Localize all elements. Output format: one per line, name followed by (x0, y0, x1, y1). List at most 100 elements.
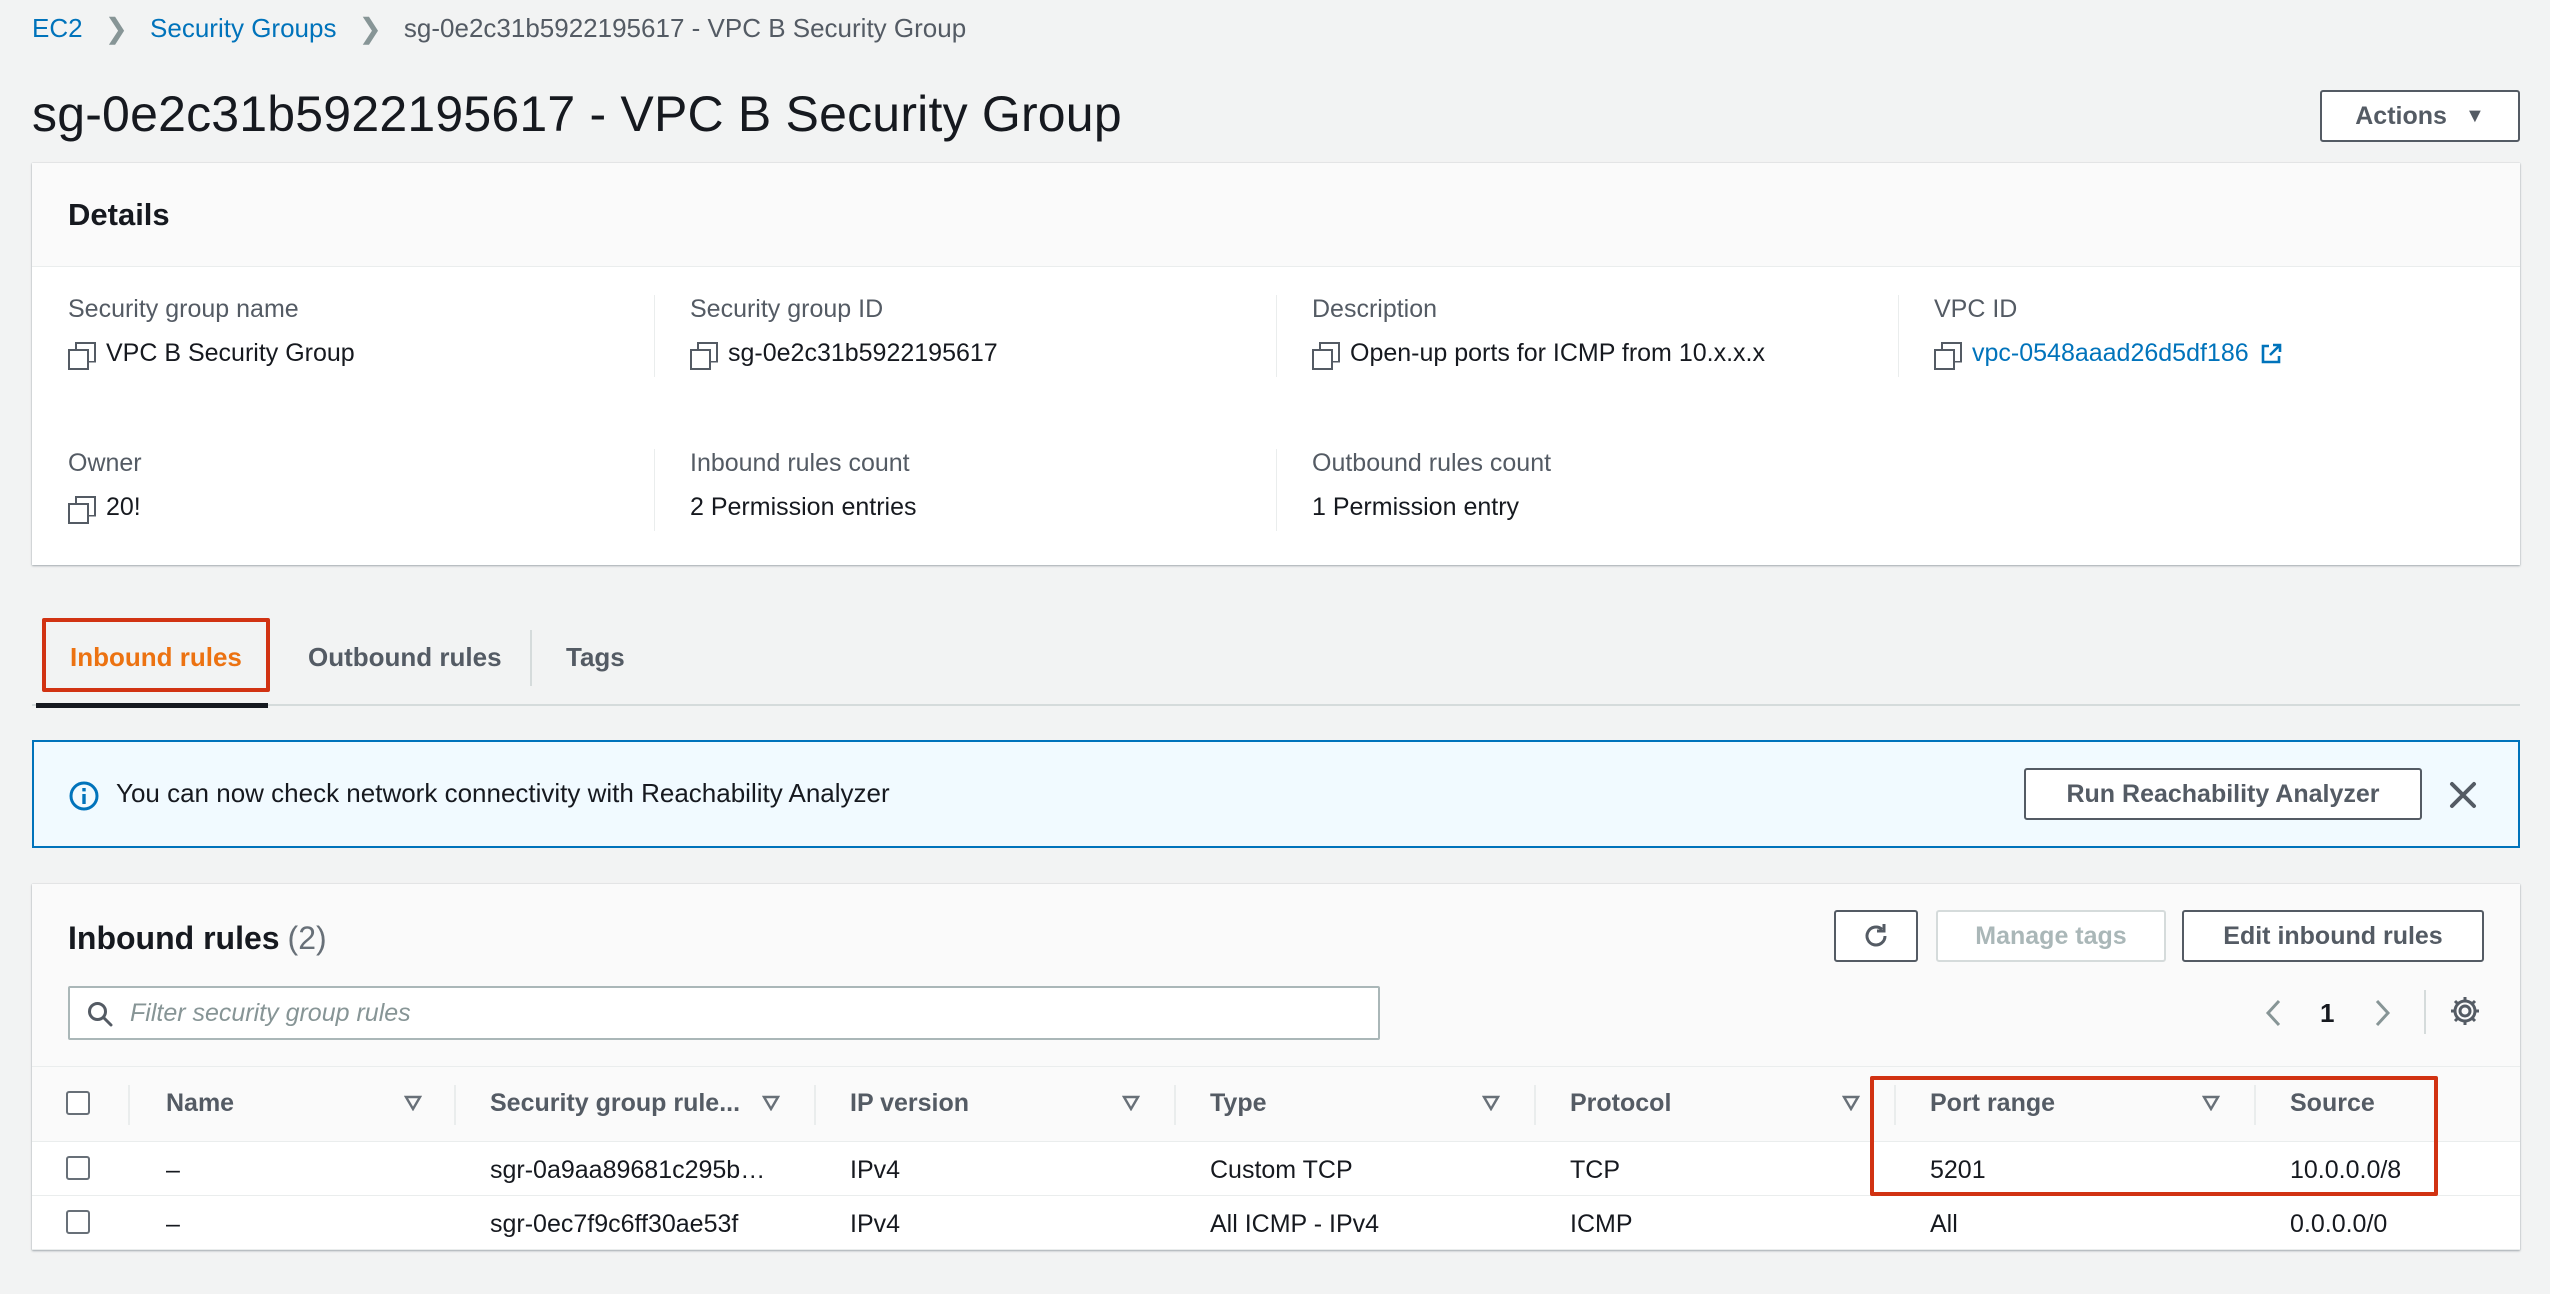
cell-rule-id: sgr-0a9aa89681c295b… (490, 1156, 766, 1184)
field-label: Description (1312, 295, 1438, 323)
vpc-id-link[interactable]: vpc-0548aaad26d5df186 (1972, 339, 2249, 368)
tab-tags[interactable]: Tags (566, 610, 625, 704)
tab-divider (530, 630, 532, 686)
chevron-left-icon[interactable] (2262, 994, 2286, 1032)
select-all-checkbox[interactable] (66, 1091, 90, 1115)
chevron-right-icon: ❯ (104, 12, 129, 44)
field-description: Description Open-up ports for ICMP from … (1312, 295, 1912, 370)
column-header-type[interactable]: Type (1210, 1089, 1267, 1118)
column-header-rule-id[interactable]: Security group rule... (490, 1089, 740, 1118)
breadcrumb-ec2[interactable]: EC2 (32, 13, 83, 44)
sort-icon[interactable] (404, 1095, 422, 1111)
copy-icon[interactable] (1312, 341, 1338, 370)
column-divider (128, 1085, 130, 1125)
field-value: 1 Permission entry (1312, 493, 1520, 521)
field-value: sg-0e2c31b5922195617 (728, 339, 998, 367)
field-value: 2 Permission entries (690, 493, 917, 521)
copy-icon[interactable] (68, 341, 94, 370)
sort-icon[interactable] (1122, 1095, 1140, 1111)
rules-title-text: Inbound rules (68, 920, 280, 956)
active-tab-indicator (36, 703, 268, 708)
caret-down-icon: ▼ (2464, 104, 2485, 127)
divider (654, 295, 655, 377)
actions-label: Actions (2355, 101, 2447, 130)
column-header-protocol[interactable]: Protocol (1570, 1089, 1671, 1118)
refresh-button[interactable] (1834, 910, 1918, 962)
external-link-icon[interactable] (2259, 342, 2283, 366)
field-label: Security group ID (690, 295, 884, 323)
chevron-right-icon[interactable] (2370, 994, 2394, 1032)
cell-protocol: TCP (1570, 1156, 1620, 1184)
divider (1898, 295, 1899, 377)
filter-security-group-rules-input[interactable] (130, 996, 1360, 1030)
field-security-group-name: Security group name VPC B Security Group (68, 295, 668, 370)
field-value: Open-up ports for ICMP from 10.x.x.x (1350, 339, 1765, 367)
divider (1276, 449, 1277, 531)
column-divider (454, 1085, 456, 1125)
annotation-highlight-tab (42, 618, 270, 692)
field-label: Owner (68, 449, 142, 477)
details-heading: Details (68, 197, 170, 232)
redaction (140, 495, 311, 520)
rules-count: (2) (287, 920, 327, 956)
breadcrumb-current: sg-0e2c31b5922195617 - VPC B Security Gr… (403, 12, 967, 43)
actions-button[interactable]: Actions ▼ (2320, 90, 2520, 142)
tab-list: Inbound rules Outbound rules Tags (32, 610, 2520, 708)
sort-icon[interactable] (1842, 1095, 1860, 1111)
cell-type: All ICMP - IPv4 (1210, 1210, 1380, 1238)
field-vpc-id: VPC ID vpc-0548aaad26d5df186 (1934, 295, 2534, 370)
column-divider (814, 1085, 816, 1125)
pager-divider (2424, 990, 2426, 1034)
cell-rule-id: sgr-0ec7f9c6ff30ae53f (490, 1210, 739, 1238)
cell-name: – (166, 1156, 180, 1184)
filter-search-box (68, 986, 1380, 1040)
chevron-right-icon: ❯ (358, 12, 382, 44)
field-outbound-rules-count: Outbound rules count 1 Permission entry (1312, 449, 1912, 522)
copy-icon[interactable] (690, 341, 716, 370)
field-security-group-id: Security group ID sg-0e2c31b5922195617 (690, 295, 1290, 370)
row-checkbox[interactable] (66, 1156, 90, 1180)
tab-outbound-rules[interactable]: Outbound rules (308, 610, 502, 704)
field-label: Security group name (68, 295, 299, 323)
row-checkbox[interactable] (66, 1210, 90, 1234)
gear-icon[interactable] (2448, 994, 2482, 1028)
column-header-name[interactable]: Name (166, 1089, 234, 1118)
cell-source: 0.0.0.0/0 (2290, 1210, 2388, 1238)
field-label: Outbound rules count (1312, 449, 1552, 477)
cell-port-range: All (1930, 1210, 1958, 1238)
inbound-rules-title: Inbound rules (2) (68, 920, 327, 957)
copy-icon[interactable] (1934, 341, 1960, 370)
run-reachability-analyzer-button[interactable]: Run Reachability Analyzer (2024, 768, 2422, 820)
tab-label: Tags (566, 641, 625, 672)
tab-label: Outbound rules (308, 641, 502, 672)
field-value: VPC B Security Group (106, 339, 355, 367)
column-header-ip-version[interactable]: IP version (850, 1089, 969, 1118)
refresh-icon (1865, 924, 1887, 947)
cell-ip-version: IPv4 (850, 1156, 901, 1184)
copy-icon[interactable] (68, 495, 94, 524)
divider (654, 449, 655, 531)
details-panel: Details Security group name VPC B Securi… (32, 163, 2520, 565)
field-label: Inbound rules count (690, 449, 910, 477)
annotation-highlight-columns (1870, 1076, 2438, 1196)
field-inbound-rules-count: Inbound rules count 2 Permission entries (690, 449, 1290, 522)
cell-name: – (166, 1210, 180, 1238)
column-divider (1534, 1085, 1536, 1125)
field-value: 20! (106, 493, 141, 521)
info-icon (69, 781, 99, 811)
alert-message: You can now check network connectivity w… (116, 778, 890, 808)
edit-inbound-rules-button[interactable]: Edit inbound rules (2182, 910, 2484, 962)
divider (1276, 295, 1277, 377)
page-title: sg-0e2c31b5922195617 - VPC B Security Gr… (32, 86, 1122, 142)
page-number[interactable]: 1 (2320, 994, 2334, 1032)
manage-tags-button[interactable]: Manage tags (1936, 910, 2166, 962)
sort-icon[interactable] (1482, 1095, 1500, 1111)
column-divider (1174, 1085, 1176, 1125)
close-icon[interactable] (2438, 770, 2488, 820)
field-owner: Owner 20! (68, 449, 668, 524)
breadcrumb-security-groups[interactable]: Security Groups (150, 13, 336, 44)
cell-protocol: ICMP (1570, 1210, 1633, 1238)
sort-icon[interactable] (762, 1095, 780, 1111)
details-header: Details (32, 163, 2520, 267)
table-row[interactable]: – sgr-0ec7f9c6ff30ae53f IPv4 All ICMP - … (32, 1196, 2520, 1250)
